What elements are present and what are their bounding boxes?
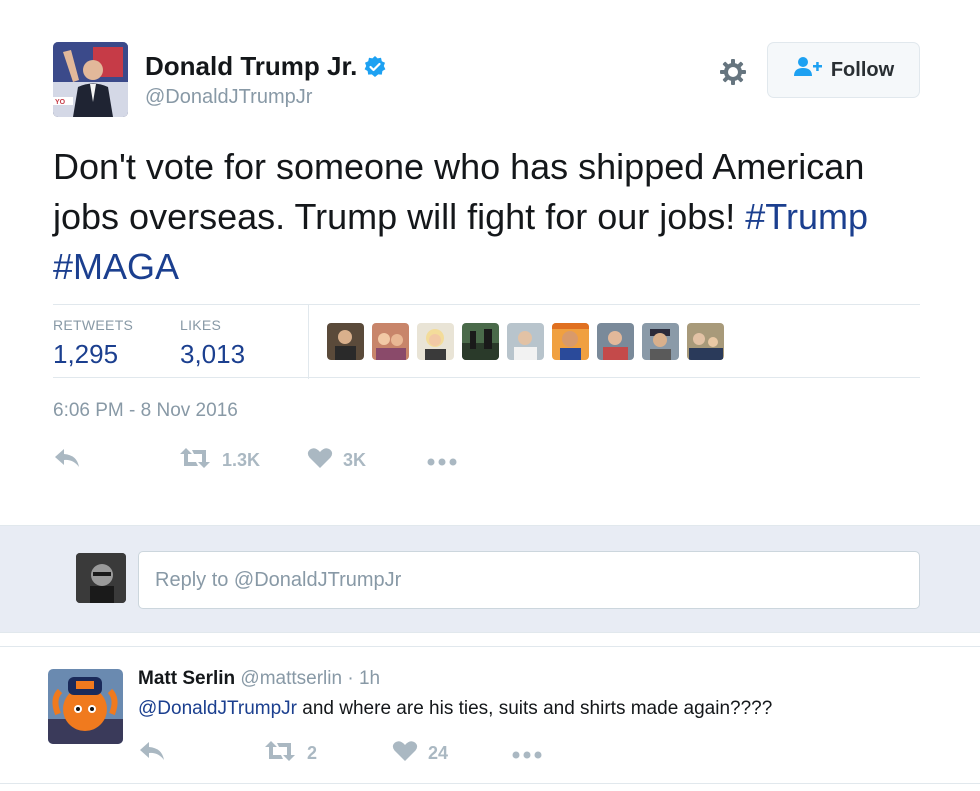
svg-text:YO: YO <box>55 99 66 106</box>
reply-author-name[interactable]: Matt Serlin <box>138 668 235 689</box>
retweets-stat[interactable]: RETWEETS 1,295 <box>53 317 133 370</box>
likes-count[interactable]: 3,013 <box>180 339 245 370</box>
more-button[interactable] <box>426 451 458 472</box>
liker-avatar[interactable] <box>372 323 409 360</box>
author-handle[interactable]: @DonaldJTrumpJr <box>145 86 312 109</box>
like-count: 3K <box>343 450 367 470</box>
author-avatar[interactable]: YO <box>53 42 128 117</box>
retweet-button[interactable]: 1.3K <box>178 447 260 474</box>
reply-icon <box>53 447 81 474</box>
reply-retweet-button[interactable]: 2 <box>263 740 317 767</box>
heart-icon <box>392 740 418 767</box>
tweet-timestamp[interactable]: 6:06 PM - 8 Nov 2016 <box>53 400 238 422</box>
liker-avatar[interactable] <box>642 323 679 360</box>
reply-composer: Reply to @DonaldJTrumpJr <box>0 525 980 633</box>
reply-time[interactable]: · 1h <box>347 668 380 689</box>
divider <box>0 783 980 784</box>
retweet-icon <box>263 740 297 767</box>
follow-label: Follow <box>830 58 895 81</box>
liker-avatar[interactable] <box>552 323 589 360</box>
reply-like-count: 24 <box>428 743 449 763</box>
more-dots-icon <box>426 451 458 472</box>
hashtag-link[interactable]: #Trump <box>745 196 868 237</box>
reply-header: Matt Serlin @mattserlin · 1h <box>138 668 380 690</box>
reply-retweet-count: 2 <box>307 743 318 763</box>
likes-stat[interactable]: LIKES 3,013 <box>180 317 245 370</box>
reply-button[interactable] <box>53 447 81 474</box>
liker-avatar[interactable] <box>417 323 454 360</box>
engagement-stats: RETWEETS 1,295 LIKES 3,013 <box>53 304 920 379</box>
hashtag-link[interactable]: #MAGA <box>53 246 179 287</box>
reply-tweet: Matt Serlin @mattserlin · 1h @DonaldJTru… <box>0 646 980 791</box>
gear-icon[interactable] <box>717 56 749 88</box>
retweets-label: RETWEETS <box>53 317 134 333</box>
follow-button[interactable]: Follow <box>767 42 920 98</box>
author-name[interactable]: Donald Trump Jr. <box>145 51 387 82</box>
retweets-count[interactable]: 1,295 <box>53 339 133 370</box>
follow-person-icon <box>793 56 823 84</box>
reply-placeholder: Reply to @DonaldJTrumpJr <box>155 568 402 591</box>
current-user-avatar <box>76 553 126 603</box>
likers-avatars <box>327 323 724 360</box>
heart-icon <box>307 447 333 474</box>
reply-author-handle[interactable]: @mattserlin <box>240 668 342 689</box>
reply-reply-button[interactable] <box>138 740 166 767</box>
liker-avatar[interactable] <box>687 323 724 360</box>
liker-avatar[interactable] <box>597 323 634 360</box>
like-button[interactable]: 3K <box>307 447 366 474</box>
main-tweet: YO Donald Trump Jr. @DonaldJTrumpJr Foll… <box>0 0 980 525</box>
reply-text: @DonaldJTrumpJr and where are his ties, … <box>138 698 772 720</box>
mention-link[interactable]: @DonaldJTrumpJr <box>138 698 297 719</box>
tweet-text: Don't vote for someone who has shipped A… <box>53 142 913 292</box>
stats-divider <box>308 305 309 379</box>
tweet-text-body: Don't vote for someone who has shipped A… <box>53 146 865 237</box>
likes-label: LIKES <box>180 317 222 333</box>
liker-avatar[interactable] <box>462 323 499 360</box>
reply-like-button[interactable]: 24 <box>392 740 448 767</box>
reply-icon <box>138 740 166 767</box>
liker-avatar[interactable] <box>327 323 364 360</box>
verified-badge-icon <box>363 55 387 79</box>
retweet-icon <box>178 447 212 474</box>
reply-author-avatar[interactable] <box>48 669 123 744</box>
liker-avatar[interactable] <box>507 323 544 360</box>
reply-more-button[interactable] <box>511 744 543 765</box>
author-name-text[interactable]: Donald Trump Jr. <box>145 51 357 82</box>
reply-text-body: and where are his ties, suits and shirts… <box>297 698 773 719</box>
reply-input[interactable]: Reply to @DonaldJTrumpJr <box>138 551 920 609</box>
retweet-count: 1.3K <box>222 450 261 470</box>
more-dots-icon <box>511 744 543 765</box>
